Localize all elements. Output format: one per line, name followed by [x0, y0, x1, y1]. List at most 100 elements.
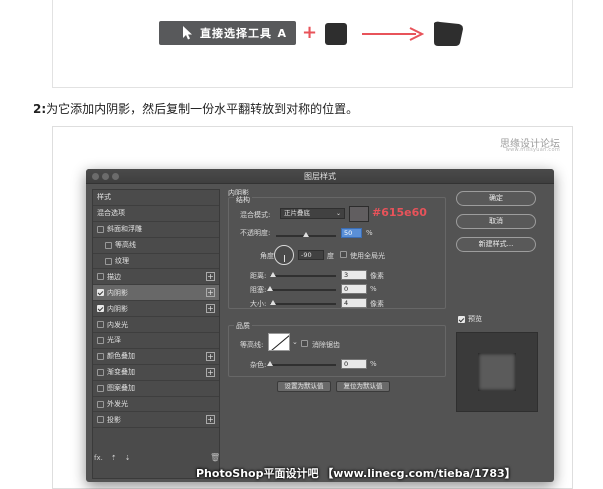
color-hex-annotation: #615e60: [372, 206, 427, 219]
style-item[interactable]: 内阴影 +: [93, 301, 219, 318]
opacity-input[interactable]: 50: [341, 228, 362, 238]
opacity-slider[interactable]: [276, 232, 336, 237]
style-item-checkbox[interactable]: [97, 289, 104, 297]
distance-slider-handle[interactable]: [270, 272, 276, 277]
choke-input[interactable]: 0: [341, 284, 367, 294]
add-style-icon[interactable]: +: [206, 351, 215, 361]
ok-button[interactable]: 确定: [456, 191, 536, 206]
noise-slider-handle[interactable]: [267, 361, 273, 366]
style-item[interactable]: 纹理: [93, 254, 219, 270]
style-item-label: 内阴影: [107, 304, 128, 313]
preview-label: 预览: [468, 315, 482, 323]
dialog-title: 图层样式: [86, 169, 554, 184]
style-item-checkbox[interactable]: [105, 257, 112, 265]
style-item-checkbox[interactable]: [97, 400, 104, 408]
size-unit: 像素: [370, 300, 384, 308]
quality-title: 品质: [234, 321, 252, 331]
preview-toggle[interactable]: 预览: [458, 314, 482, 324]
choke-label: 阻塞:: [250, 286, 267, 294]
minimize-window-button[interactable]: [102, 173, 109, 180]
style-item-checkbox[interactable]: [97, 416, 104, 424]
angle-dial[interactable]: [274, 245, 294, 265]
style-item-checkbox[interactable]: [97, 336, 104, 344]
style-item[interactable]: 描边 +: [93, 269, 219, 286]
plus-sign: +: [302, 22, 318, 43]
fx-menu-button[interactable]: fx.: [94, 454, 103, 462]
style-item[interactable]: 内阴影 +: [93, 285, 219, 302]
contour-preview[interactable]: [268, 333, 290, 351]
opacity-slider-handle[interactable]: [303, 232, 309, 237]
style-item[interactable]: 内发光: [93, 317, 219, 334]
contour-label: 等高线:: [240, 341, 264, 349]
cancel-button[interactable]: 取消: [456, 214, 536, 229]
angle-input[interactable]: -90: [298, 250, 324, 260]
style-item[interactable]: 混合选项: [93, 206, 219, 222]
style-item[interactable]: 斜面和浮雕: [93, 222, 219, 238]
zoom-window-button[interactable]: [112, 173, 119, 180]
style-item[interactable]: 渐变叠加 +: [93, 365, 219, 381]
style-item-checkbox[interactable]: [97, 225, 104, 233]
style-item-checkbox[interactable]: [97, 368, 104, 376]
add-style-icon[interactable]: +: [206, 415, 215, 425]
direct-selection-tool-badge: 直接选择工具 A: [159, 21, 296, 45]
right-arrow-icon: [362, 27, 424, 41]
add-style-icon[interactable]: +: [206, 304, 215, 314]
shadow-color-swatch[interactable]: [349, 206, 369, 222]
move-down-icon[interactable]: ⇣: [125, 454, 131, 462]
style-item-label: 内发光: [107, 320, 128, 329]
style-item-checkbox[interactable]: [97, 352, 104, 360]
style-item-label: 渐变叠加: [107, 368, 135, 377]
style-item-checkbox[interactable]: [97, 273, 104, 281]
style-item-label: 描边: [107, 272, 121, 281]
choke-slider-handle[interactable]: [267, 286, 273, 291]
close-window-button[interactable]: [92, 173, 99, 180]
noise-input[interactable]: 0: [341, 359, 367, 369]
add-style-icon[interactable]: +: [206, 367, 215, 377]
antialias-checkbox[interactable]: [301, 340, 308, 347]
distance-input[interactable]: 3: [341, 270, 367, 280]
contour-chevron-icon[interactable]: ⌄: [292, 338, 298, 346]
size-slider[interactable]: [270, 300, 336, 305]
add-style-icon[interactable]: +: [206, 272, 215, 282]
tool-label: 直接选择工具: [200, 27, 272, 40]
style-item[interactable]: 外发光: [93, 397, 219, 413]
style-item-label: 样式: [97, 193, 111, 202]
reset-default-button[interactable]: 复位为默认值: [336, 381, 390, 392]
global-light-checkbox[interactable]: [340, 251, 347, 258]
add-style-icon[interactable]: +: [206, 288, 215, 298]
style-item-checkbox[interactable]: [97, 305, 104, 313]
style-item-checkbox[interactable]: [97, 321, 104, 329]
style-preview-thumbnail: [456, 332, 538, 412]
style-item-checkbox[interactable]: [97, 384, 104, 392]
new-style-button[interactable]: 新建样式...: [456, 237, 536, 252]
style-item[interactable]: 投影 +: [93, 412, 219, 429]
style-item-label: 外发光: [107, 400, 128, 409]
size-slider-handle[interactable]: [270, 300, 276, 305]
size-input[interactable]: 4: [341, 298, 367, 308]
distance-unit: 像素: [370, 272, 384, 280]
move-up-icon[interactable]: ⇡: [111, 454, 117, 462]
tapered-shape-result: [434, 21, 463, 46]
blend-mode-select[interactable]: 正片叠底 ⌄: [280, 208, 345, 219]
style-item[interactable]: 样式: [93, 190, 219, 206]
preview-checkbox[interactable]: [458, 315, 465, 323]
size-label: 大小:: [250, 300, 267, 308]
choke-unit: %: [370, 285, 377, 293]
distance-slider[interactable]: [270, 272, 336, 277]
set-default-button[interactable]: 设置为默认值: [277, 381, 331, 392]
chevron-down-icon: ⌄: [335, 210, 341, 217]
styles-list: 样式 混合选项 斜面和浮雕 等高线 纹理 描边 + 内阴影 + 内阴影 + 内发光 光泽 颜色叠加 + 渐变叠…: [92, 189, 220, 479]
noise-slider[interactable]: [267, 361, 336, 366]
style-item-checkbox[interactable]: [105, 241, 112, 249]
style-item[interactable]: 光泽: [93, 333, 219, 349]
tool-shortcut-key: A: [277, 26, 286, 40]
step-instruction: 2:为它添加内阴影，然后复制一份水平翻转放到对称的位置。: [33, 100, 358, 117]
style-item[interactable]: 等高线: [93, 238, 219, 254]
trash-icon[interactable]: 🗑: [210, 453, 220, 462]
style-item[interactable]: 颜色叠加 +: [93, 349, 219, 365]
top-illustration-panel: 直接选择工具 A +: [52, 0, 573, 88]
choke-slider[interactable]: [267, 286, 336, 291]
forum-watermark: PhotoShop平面设计吧 【www.linecg.com/tieba/178…: [196, 467, 516, 480]
style-item[interactable]: 图案叠加: [93, 381, 219, 397]
window-controls: [92, 173, 119, 180]
